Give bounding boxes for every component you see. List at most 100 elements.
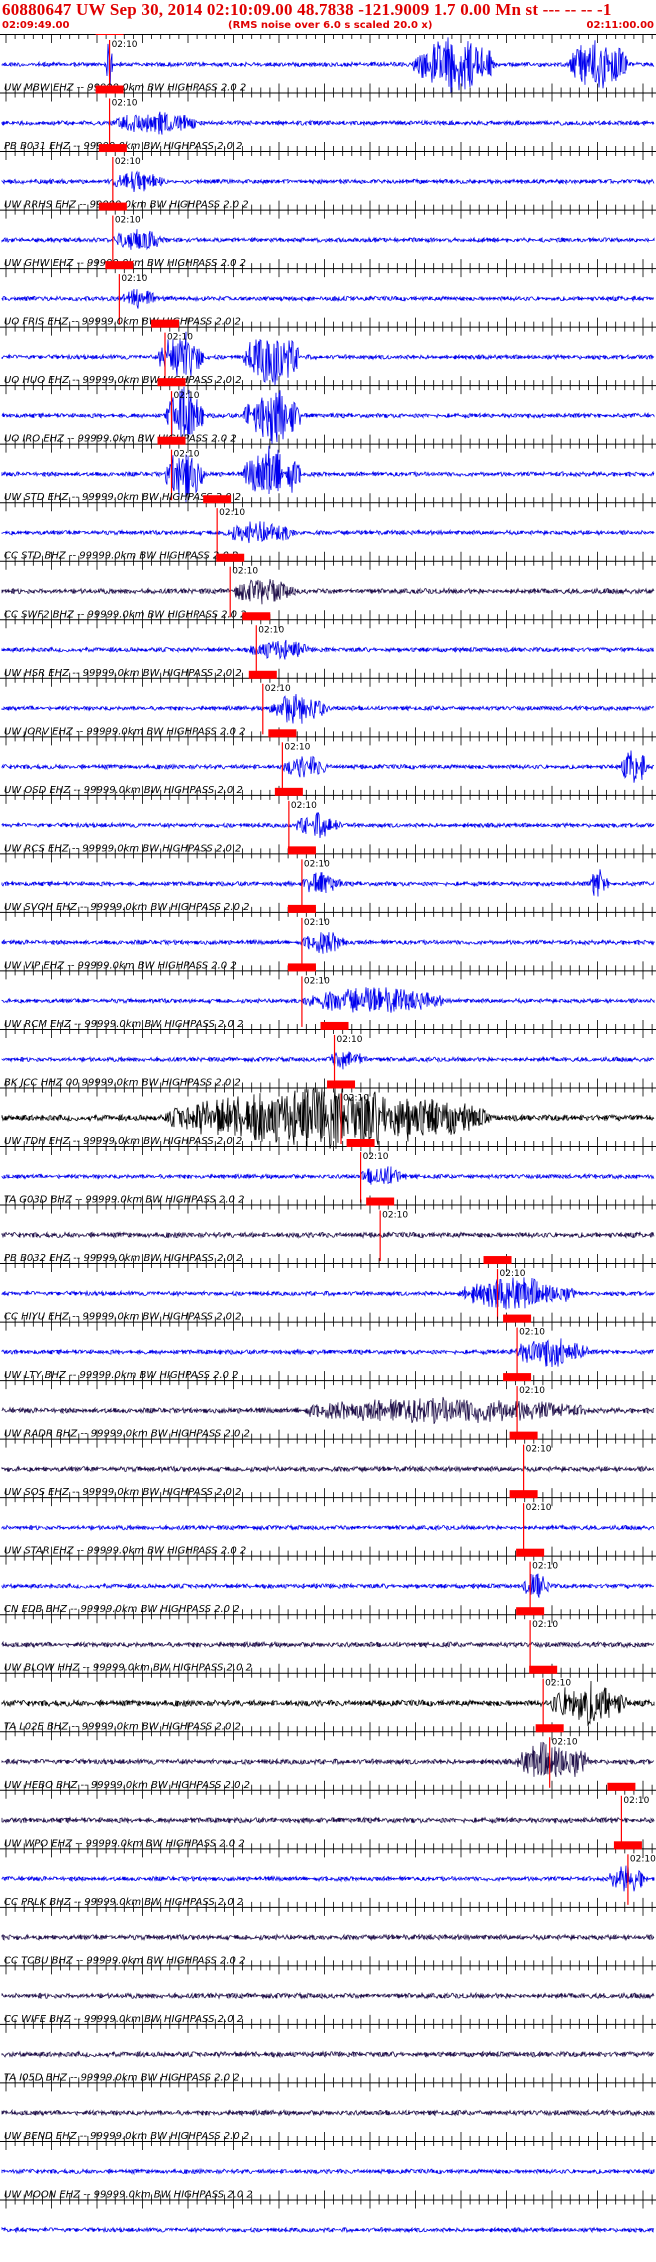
trace-label: TA L02E BHZ -- 99999.0km BW HIGHPASS 2.0… (4, 1721, 241, 1732)
pick-flag (320, 1021, 349, 1030)
time-tick-marks (5, 25, 653, 43)
trace-label: UO FRIS EHZ -- 99999.0km BW HIGHPASS 2.0… (4, 317, 241, 328)
pick-flag (529, 1665, 558, 1674)
pick-flag (157, 378, 186, 387)
trace-row: UW JORV EHZ -- 99999.0km BW HIGHPASS 2.0… (0, 726, 656, 793)
trace-label: CC WIFE BHZ -- 99999.0km BW HIGHPASS 2.0… (4, 2014, 243, 2025)
pick-time-label: 02:10 (121, 274, 147, 284)
trace-row: UW HEBO BHZ -- 99999.0km BW HIGHPASS 2.0… (0, 1780, 656, 1847)
waveform-trace (1, 521, 655, 544)
pick-flag (98, 144, 127, 153)
pick-flag (242, 612, 271, 621)
trace-row: PB B032 EHZ -- 99999.0km BW HIGHPASS 2.0… (0, 1253, 656, 1320)
pick-time-label: 02:10 (304, 918, 330, 928)
trace-label: UW HEBO BHZ -- 99999.0km BW HIGHPASS 2.0… (4, 1780, 250, 1791)
pick-time-label: 02:10 (115, 157, 141, 167)
trace-label: UW RCM EHZ -- 99999.0km BW HIGHPASS 2.0 … (4, 1019, 243, 1030)
pick-time-label: 02:10 (258, 625, 284, 635)
trace-label: CC SWF2 BHZ -- 99999.0km BW HIGHPASS 2.0… (4, 609, 247, 620)
waveform-trace (1, 1816, 655, 1825)
pick-time-label: 02:10 (304, 859, 330, 869)
trace-label: UW LTY BHZ -- 99999.0km BW HIGHPASS 2.0 … (4, 1370, 239, 1381)
trace-label: UO HUO EHZ -- 99999.0km BW HIGHPASS 2.0 … (4, 375, 242, 386)
waveform-trace (1, 1231, 655, 1240)
trace-label: UW BLOW HHZ -- 99999.0km BW HIGHPASS 2.0… (4, 1663, 252, 1674)
trace-label: UW WPO EHZ -- 99999.0km BW HIGHPASS 2.0 … (4, 1838, 245, 1849)
trace-row: UW RCS EHZ -- 99999.0km BW HIGHPASS 2.0 … (0, 843, 656, 910)
pick-flag (346, 1139, 375, 1147)
trace-row: CC SWF2 BHZ -- 99999.0km BW HIGHPASS 2.0… (0, 609, 656, 676)
pick-time-label: 02:10 (519, 1328, 545, 1338)
pick-flag (105, 261, 134, 270)
trace-row: UW MBW EHZ -- 99999.0km BW HIGHPASS 2.0 … (0, 83, 656, 150)
trace-label: UW HSR EHZ -- 99999.0km BW HIGHPASS 2.0 … (4, 668, 242, 679)
waveform-trace (1, 2108, 655, 2118)
trace-label: UW RCS EHZ -- 99999.0km BW HIGHPASS 2.0 … (4, 843, 241, 854)
pick-time-label: 02:10 (115, 216, 141, 226)
pick-time-label: 02:10 (519, 1386, 545, 1396)
pick-time-label: 02:10 (526, 1445, 552, 1455)
pick-flag (516, 1607, 545, 1616)
trace-row: TA G03D BHZ -- 99999.0km BW HIGHPASS 2.0… (0, 1195, 656, 1262)
waveform-trace (1, 2226, 655, 2234)
trace-label: TA G03D BHZ -- 99999.0km BW HIGHPASS 2.0… (4, 1195, 244, 1206)
trace-row: UW MOON EHZ -- 99999.0km BW HIGHPASS 2.0… (0, 2189, 656, 2234)
pick-time-label: 02:10 (363, 1152, 389, 1162)
pick-flag (248, 670, 277, 679)
waveform-trace (1, 1933, 655, 1942)
trace-label: UW OSD EHZ -- 99999.0km BW HIGHPASS 2.0 … (4, 785, 243, 796)
waveform-trace (1, 1338, 655, 1368)
pick-time-label: 02:10 (291, 801, 317, 811)
trace-row: UW STD EHZ -- 99999.0km BW HIGHPASS 2.0 … (0, 492, 656, 559)
pick-time-label: 02:10 (545, 1679, 571, 1689)
pick-flag (216, 553, 245, 562)
trace-label: UW BEND EHZ -- 99999.0km BW HIGHPASS 2.0… (4, 2131, 249, 2142)
trace-row: UW RRHS EHZ -- 99999.0km BW HIGHPASS 2.0… (0, 200, 656, 267)
pick-flag (287, 963, 316, 972)
pick-time-label: 02:10 (552, 1737, 578, 1747)
waveform-trace (1, 1524, 655, 1532)
trace-row: UW VIP EHZ -- 99999.0km BW HIGHPASS 2.0 … (0, 960, 656, 1027)
pick-flag (535, 1724, 564, 1733)
pick-flag (503, 1314, 532, 1323)
waveform-trace (1, 1864, 655, 1892)
plot-header: 60880647 UW Sep 30, 2014 02:10:09.00 48.… (0, 0, 656, 34)
pick-flag (98, 202, 127, 211)
waveform-trace (1, 1166, 655, 1185)
waveform-trace (1, 812, 655, 839)
pick-flag (287, 904, 316, 913)
trace-row: CC TCBU BHZ -- 99999.0km BW HIGHPASS 2.0… (0, 1955, 656, 2000)
trace-row: UW STAR EHZ -- 99999.0km BW HIGHPASS 2.0… (0, 1546, 656, 1613)
trace-row: UW TDH EHZ -- 99999.0km BW HIGHPASS 2.0 … (0, 1136, 656, 1203)
waveform-trace (1, 579, 655, 605)
trace-label: UW JORV EHZ -- 99999.0km BW HIGHPASS 2.0… (4, 726, 246, 737)
trace-row: TA I05D BHZ -- 99999.0km BW HIGHPASS 2.0… (0, 2072, 656, 2118)
trace-row: UW SOS EHZ -- 99999.0km BW HIGHPASS 2.0 … (0, 1487, 656, 1554)
pick-time-label: 02:10 (304, 976, 330, 986)
pick-flag (287, 846, 316, 855)
trace-label: CC PRLK BHZ -- 99999.0km BW HIGHPASS 2.0… (4, 1897, 243, 1908)
waveform-trace (1, 111, 655, 135)
trace-row: UW BEND EHZ -- 99999.0km BW HIGHPASS 2.0… (0, 2131, 656, 2176)
trace-label: UW RADR BHZ -- 99999.0km BW HIGHPASS 2.0… (4, 1429, 250, 1440)
waveform-trace (1, 1277, 655, 1310)
pick-time-label: 02:10 (532, 1562, 558, 1572)
pick-time-label: 02:10 (174, 450, 200, 460)
trace-row: TA L02E BHZ -- 99999.0km BW HIGHPASS 2.0… (0, 1721, 656, 1788)
waveform-trace (1, 1396, 655, 1425)
trace-row: CN EDB BHZ -- 99999.0km BW HIGHPASS 2.0 … (0, 1604, 656, 1671)
pick-time-label: 02:10 (623, 1796, 649, 1806)
waveform-trace (1, 1991, 655, 2000)
trace-label: PB B032 EHZ -- 99999.0km BW HIGHPASS 2.0… (4, 1253, 243, 1264)
waveform-trace (1, 693, 655, 724)
trace-label: UW STAR EHZ -- 99999.0km BW HIGHPASS 2.0… (4, 1546, 246, 1557)
scale-note: (RMS noise over 6.0 s scaled 20.0 x) (228, 20, 433, 31)
pick-flag (366, 1197, 395, 1206)
trace-label: UW MBW EHZ -- 99999.0km BW HIGHPASS 2.0 … (4, 83, 246, 94)
trace-label: CC STD BHZ -- 99999.0km BW HIGHPASS 2.0 … (4, 551, 238, 562)
pick-flag (151, 319, 179, 328)
pick-flag (274, 787, 303, 796)
waveform-trace (1, 229, 655, 251)
pick-flag (268, 729, 297, 738)
waveform-trace (1, 869, 655, 897)
